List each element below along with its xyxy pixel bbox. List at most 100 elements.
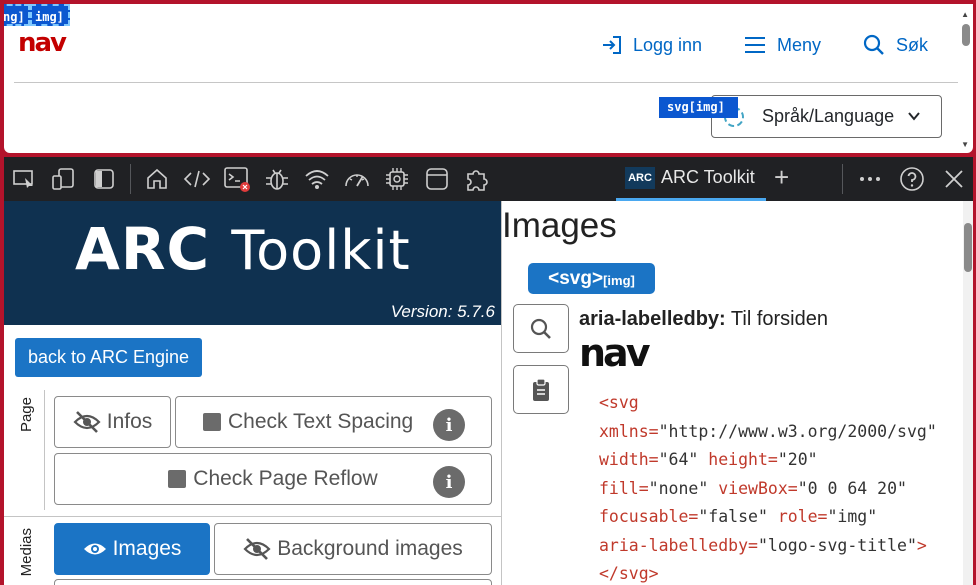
results-heading: Images <box>502 206 617 245</box>
checkbox-icon <box>168 470 187 488</box>
sidebar-icon[interactable] <box>84 157 124 201</box>
img-overlay-tag: ng] <box>4 4 30 26</box>
infos-label: Infos <box>106 410 153 433</box>
code-snippet: <svg xmlns="http://www.w3.org/2000/svg" … <box>599 389 937 585</box>
elements-icon[interactable] <box>177 157 217 201</box>
code-attr: xmlns= <box>599 421 659 441</box>
language-select[interactable]: Språk/Language <box>711 95 942 138</box>
arc-tab-label: ARC Toolkit <box>661 167 755 187</box>
sources-icon[interactable] <box>257 157 297 201</box>
checkbox-icon <box>203 413 221 431</box>
nav-logo[interactable]: nav <box>18 30 84 54</box>
check-page-reflow-label: Check Page Reflow <box>193 467 378 490</box>
code-value: "none" <box>648 478 709 498</box>
copy-code-button[interactable] <box>513 365 569 414</box>
svg-img-chip[interactable]: <svg> [img] <box>528 263 655 294</box>
code-attr: role= <box>767 507 828 526</box>
application-icon[interactable] <box>417 157 457 201</box>
language-select-value: Språk/Language <box>762 106 895 126</box>
eye-icon <box>83 543 106 555</box>
scroll-down-arrow-icon[interactable]: ▼ <box>961 140 969 149</box>
login-label: Logg inn <box>633 34 703 55</box>
results-scrollbar-thumb[interactable] <box>964 223 972 272</box>
devtools-toolbar: ARC ARC Toolkit + <box>4 157 973 201</box>
chevron-down-icon <box>908 112 920 121</box>
inspect-icon[interactable] <box>4 157 44 201</box>
arc-tab-icon: ARC <box>625 166 655 189</box>
memory-icon[interactable] <box>377 157 417 201</box>
aria-value: Til forsiden <box>730 308 828 330</box>
svg-img-overlay-tag: svg[img] <box>659 97 738 118</box>
code-line: <svg <box>599 393 639 412</box>
tab-arc-toolkit[interactable]: ARC ARC Toolkit <box>616 157 766 201</box>
code-attr: fill= <box>599 478 649 498</box>
scroll-up-arrow-icon[interactable]: ▲ <box>961 10 969 19</box>
network-icon[interactable] <box>297 157 337 201</box>
svg-chip-label: <svg> <box>548 267 604 289</box>
code-line: </svg> <box>599 564 659 583</box>
extensions-icon[interactable] <box>457 157 497 201</box>
zoom-to-element-button[interactable] <box>513 304 569 353</box>
section-label-medias: Medias <box>18 528 35 577</box>
header-divider <box>14 82 958 83</box>
code-attr: height= <box>698 450 778 469</box>
login-icon <box>603 36 621 54</box>
search-button[interactable]: Søk <box>862 32 928 58</box>
nav-logo-text: nav <box>18 30 67 54</box>
code-value: "img" <box>827 507 878 526</box>
code-tag: > <box>916 535 927 555</box>
images-button[interactable]: Images <box>54 523 210 575</box>
performance-icon[interactable] <box>337 157 377 201</box>
devtools-panel: ARC ARC Toolkit + ARC Toolkit Version: 5… <box>4 157 973 585</box>
more-icon[interactable] <box>849 157 891 201</box>
arc-banner-title-toolkit: Toolkit <box>231 219 411 282</box>
search-label: Søk <box>896 34 929 55</box>
check-text-spacing-label: Check Text Spacing <box>228 410 414 433</box>
code-value: "logo-svg-title" <box>757 535 917 555</box>
web-page-viewport: ng] img] nav Logg inn Meny Søk Språk/Lan… <box>4 4 973 153</box>
eye-slash-icon <box>243 538 271 560</box>
clipboard-icon <box>533 377 549 401</box>
menu-button[interactable]: Meny <box>743 32 821 58</box>
search-icon <box>863 34 884 55</box>
login-link[interactable]: Logg inn <box>601 32 702 58</box>
add-tab-icon[interactable]: + <box>774 162 789 193</box>
section-label-page: Page <box>18 397 35 433</box>
background-images-button[interactable]: Background images <box>214 523 492 575</box>
eye-slash-icon <box>73 411 101 433</box>
web-scrollbar-thumb[interactable] <box>962 24 970 46</box>
code-value: "http://www.w3.org/2000/svg" <box>658 421 937 441</box>
code-value: "0 0 64 20" <box>797 478 907 498</box>
code-attr: viewBox= <box>708 478 798 498</box>
info-icon[interactable]: i <box>433 466 465 498</box>
search-icon <box>530 318 551 339</box>
code-attr: focusable= <box>599 507 699 526</box>
check-page-reflow-button[interactable]: Check Page Reflow i <box>54 453 492 505</box>
results-panel: Images <svg> [img] aria-labelledby: Til … <box>501 201 973 585</box>
section-divider <box>4 516 501 517</box>
screen: ng] img] nav Logg inn Meny Søk Språk/Lan… <box>0 0 976 585</box>
aria-labelledby-line: aria-labelledby: Til forsiden <box>579 308 828 331</box>
close-icon[interactable] <box>933 157 975 201</box>
code-value: "64" <box>658 450 699 469</box>
nav-logo-preview-text: nav <box>579 337 651 369</box>
aria-key: aria-labelledby: <box>579 308 726 330</box>
check-text-spacing-button[interactable]: Check Text Spacing i <box>175 396 492 448</box>
device-emulation-icon[interactable] <box>44 157 84 201</box>
infos-button[interactable]: Infos <box>54 396 171 448</box>
menu-label: Meny <box>777 34 822 55</box>
section-divider <box>44 390 45 510</box>
hamburger-icon <box>745 37 765 53</box>
help-icon[interactable] <box>891 157 933 201</box>
next-tool-button[interactable] <box>54 579 492 585</box>
arc-banner-title: ARC Toolkit <box>75 215 411 283</box>
arc-toolkit-panel: ARC Toolkit Version: 5.7.6 back to ARC E… <box>4 201 501 585</box>
arc-banner: ARC Toolkit Version: 5.7.6 <box>4 201 501 325</box>
home-icon[interactable] <box>137 157 177 201</box>
back-to-arc-engine-button[interactable]: back to ARC Engine <box>15 338 202 377</box>
info-icon[interactable]: i <box>433 409 465 441</box>
console-icon[interactable] <box>217 157 257 201</box>
code-value: "false" <box>698 507 768 526</box>
code-attr: aria-labelledby= <box>599 535 758 555</box>
svg-chip-sublabel: [img] <box>603 273 635 288</box>
